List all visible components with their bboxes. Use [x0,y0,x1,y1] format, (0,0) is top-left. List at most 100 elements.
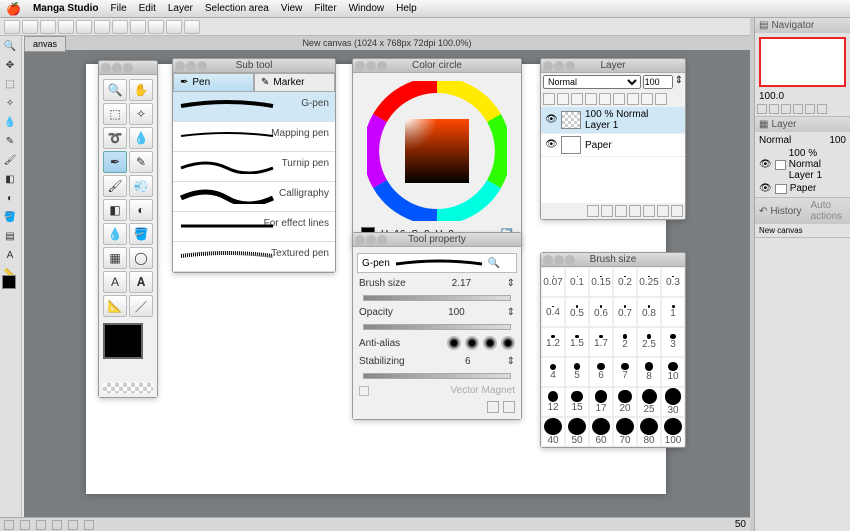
subtool-effect[interactable]: For effect lines [173,212,335,242]
mini-layer-row-1[interactable]: 👁100 % NormalLayer 1 [759,147,846,182]
tool-wand-icon[interactable]: ✧ [129,103,153,125]
toolbox-header[interactable] [99,61,157,75]
sb-icon-5[interactable] [68,520,78,530]
tool-zoom-icon[interactable]: 🔍 [103,79,127,101]
panel-min-icon[interactable] [366,61,376,71]
tool-brush-icon[interactable]: 🖌 [103,175,127,197]
rotate-l-icon[interactable] [793,104,803,114]
tool-eraser-icon[interactable]: ◧ [103,199,127,221]
panel-min-icon[interactable] [554,61,564,71]
aa-option-4-icon[interactable] [501,336,515,350]
tool-fill-icon[interactable]: 🪣 [129,223,153,245]
layer-effect-icon[interactable] [613,93,625,105]
brushsize-cell[interactable]: 0.07 [541,267,565,297]
foreground-color-icon[interactable] [103,323,143,359]
panel-min-icon[interactable] [366,235,376,245]
sb-icon-4[interactable] [52,520,62,530]
panel-min-icon[interactable] [186,61,196,71]
sb-icon-3[interactable] [36,520,46,530]
aa-option-1-icon[interactable] [447,336,461,350]
tool-font-icon[interactable]: 𝐀 [129,271,153,293]
layer-row-1[interactable]: 👁 100 % NormalLayer 1 [541,107,685,134]
tool-hand-icon[interactable]: ✋ [129,79,153,101]
brushsize-cell[interactable]: 8 [637,357,661,387]
brushsize-cell[interactable]: 0.7 [613,297,637,327]
menu-view[interactable]: View [281,3,303,14]
panel-menu-icon[interactable] [565,255,575,265]
blend-tool-icon[interactable]: ◐ [2,190,18,206]
tool-drop-icon[interactable]: 💧 [103,223,127,245]
brushsize-cell[interactable]: 2 [613,327,637,357]
new-folder-icon[interactable] [601,205,613,217]
brushsize-value[interactable]: 2.17 [441,278,471,289]
merge-icon[interactable] [629,205,641,217]
menu-selection[interactable]: Selection area [205,3,269,14]
menu-layer[interactable]: Layer [168,3,193,14]
layer-mask-icon[interactable] [571,93,583,105]
color-wheel[interactable] [367,81,507,221]
transparent-color-icon[interactable] [103,383,153,393]
brushsize-cell[interactable]: 0.6 [589,297,613,327]
subtool-textured[interactable]: Textured pen [173,242,335,272]
menu-window[interactable]: Window [349,3,385,14]
new-layer-icon[interactable] [587,205,599,217]
subtool-mapping[interactable]: Mapping pen [173,122,335,152]
rotate-r-icon[interactable] [805,104,815,114]
brushsize-cell[interactable]: 6 [589,357,613,387]
zoom-value[interactable]: 100.0 [759,91,784,102]
pen-tool-icon[interactable]: ✎ [2,133,18,149]
panel-close-icon[interactable] [543,61,553,71]
stepper-icon[interactable]: ⇕ [507,278,515,289]
eye-icon[interactable]: 👁 [759,159,772,170]
wand-tool-icon[interactable]: ✧ [2,95,18,111]
brushsize-cell[interactable]: 1.5 [565,327,589,357]
brushsize-cell[interactable]: 0.8 [637,297,661,327]
sb-icon-1[interactable] [4,520,14,530]
blend-mode-select[interactable]: Normal [543,75,641,89]
visibility-icon[interactable]: 👁 [545,114,557,126]
toolbar-save-icon[interactable] [40,20,56,34]
panel-min-icon[interactable] [112,63,122,73]
subtool-header[interactable]: Sub tool [173,59,335,73]
brushsize-cell[interactable]: 0.1 [565,267,589,297]
text-tool-icon[interactable]: A [2,247,18,263]
brushsize-cell[interactable]: 0.3 [661,267,685,297]
brushsize-cell[interactable]: 25 [637,387,661,417]
layer-extra-icon[interactable] [655,93,667,105]
tab-pen[interactable]: ✒Pen [173,73,254,92]
brushsize-cell[interactable]: 4 [541,357,565,387]
brushsize-cell[interactable]: 5 [565,357,589,387]
layer-draft-icon[interactable] [599,93,611,105]
brushsize-cell[interactable]: 0.5 [565,297,589,327]
aa-option-2-icon[interactable] [465,336,479,350]
brushsize-header[interactable]: Brush size [541,253,685,267]
toolbar-paste-icon[interactable] [130,20,146,34]
colorcircle-header[interactable]: Color circle [353,59,521,73]
menu-help[interactable]: Help [396,3,417,14]
stepper-icon[interactable]: ⇕ [675,75,683,89]
toolbar-open-icon[interactable] [22,20,38,34]
opacity-slider[interactable] [363,324,511,330]
mini-layer-row-2[interactable]: 👁Paper [759,182,846,195]
tool-airbrush-icon[interactable]: 💨 [129,175,153,197]
brushsize-cell[interactable]: 40 [541,417,565,447]
toolbar-cut-icon[interactable] [94,20,110,34]
brushsize-cell[interactable]: 3 [661,327,685,357]
brushsize-cell[interactable]: 17 [589,387,613,417]
panel-menu-icon[interactable] [377,235,387,245]
toolbar-misc2-icon[interactable] [166,20,182,34]
panel-close-icon[interactable] [355,61,365,71]
aa-option-3-icon[interactable] [483,336,497,350]
app-name[interactable]: Manga Studio [33,3,99,14]
layer-combine-icon[interactable] [641,93,653,105]
menu-filter[interactable]: Filter [314,3,336,14]
sb-icon-6[interactable] [84,520,94,530]
brushsize-cell[interactable]: 80 [637,417,661,447]
eyedropper-tool-icon[interactable]: 💧 [2,114,18,130]
brushsize-cell[interactable]: 60 [589,417,613,447]
flip-icon[interactable] [817,104,827,114]
toolprop-header[interactable]: Tool property [353,233,521,247]
toolbar-redo-icon[interactable] [76,20,92,34]
brushsize-cell[interactable]: 0.25 [637,267,661,297]
panel-menu-icon[interactable] [197,61,207,71]
